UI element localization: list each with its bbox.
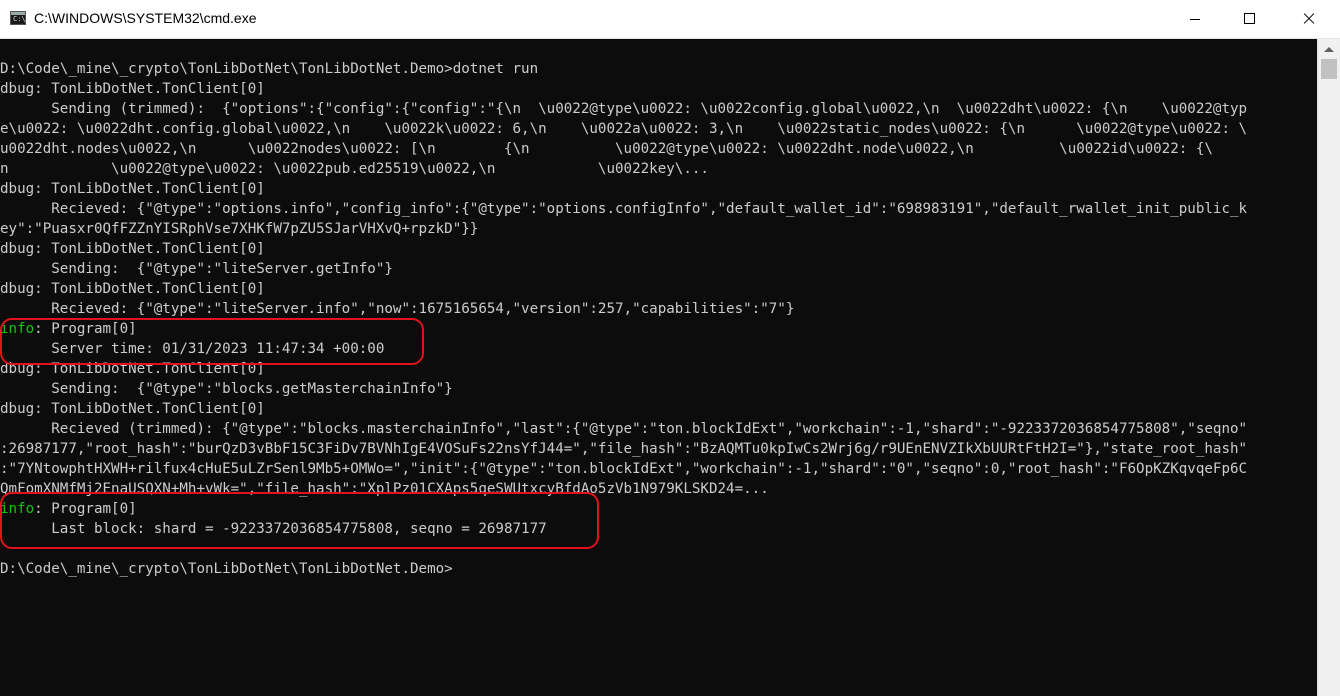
console-line-26: D:\Code\_mine\_crypto\TonLibDotNet\TonLi… bbox=[0, 561, 453, 577]
console-line-12: dbug: TonLibDotNet.TonClient[0] bbox=[0, 281, 265, 297]
console-line-1: D:\Code\_mine\_crypto\TonLibDotNet\TonLi… bbox=[0, 61, 539, 77]
minimize-button[interactable] bbox=[1168, 0, 1222, 38]
console-line-19: Recieved (trimmed): {"@type":"blocks.mas… bbox=[0, 421, 1248, 437]
close-button[interactable] bbox=[1276, 0, 1340, 38]
console-line-2: dbug: TonLibDotNet.TonClient[0] bbox=[0, 81, 265, 97]
scroll-thumb[interactable] bbox=[1321, 59, 1337, 79]
console-line-8: Recieved: {"@type":"options.info","confi… bbox=[0, 201, 1248, 217]
console-output[interactable]: D:\Code\_mine\_crypto\TonLibDotNet\TonLi… bbox=[0, 39, 1317, 696]
window-title: C:\WINDOWS\SYSTEM32\cmd.exe bbox=[34, 10, 257, 26]
console-line-21: :"7YNtowphtHXWH+rilfux4cHuE5uLZrSenl9Mb5… bbox=[0, 461, 1248, 477]
console-line-13: Recieved: {"@type":"liteServer.info","no… bbox=[0, 301, 795, 317]
console-line-17: Sending: {"@type":"blocks.getMasterchain… bbox=[0, 381, 453, 397]
annotation-last-block bbox=[0, 492, 599, 549]
console-line-3: Sending (trimmed): {"options":{"config":… bbox=[0, 101, 1248, 117]
console-line-5: u0022dht.nodes\u0022,\n \u0022nodes\u002… bbox=[0, 141, 1213, 157]
vertical-scrollbar[interactable] bbox=[1317, 39, 1340, 696]
console-line-4: e\u0022: \u0022dht.config.global\u0022,\… bbox=[0, 121, 1248, 137]
maximize-button[interactable] bbox=[1222, 0, 1276, 38]
console-line-6: n \u0022@type\u0022: \u0022pub.ed25519\u… bbox=[0, 161, 709, 177]
title-bar[interactable]: C:\ C:\WINDOWS\SYSTEM32\cmd.exe bbox=[0, 0, 1340, 39]
console-line-9: ey":"Puasxr0QfFZZnYISRphVse7XHKfW7pZU5SJ… bbox=[0, 221, 479, 237]
console-line-18: dbug: TonLibDotNet.TonClient[0] bbox=[0, 401, 265, 417]
scroll-up-arrow-icon[interactable] bbox=[1324, 47, 1334, 52]
cmd-app-icon[interactable]: C:\ bbox=[10, 11, 26, 25]
console-line-20: :26987177,"root_hash":"burQzD3vBbF15C3Fi… bbox=[0, 441, 1248, 457]
annotation-server-time bbox=[0, 318, 424, 365]
console-line-7: dbug: TonLibDotNet.TonClient[0] bbox=[0, 181, 265, 197]
console-line-11: Sending: {"@type":"liteServer.getInfo"} bbox=[0, 261, 393, 277]
console-line-10: dbug: TonLibDotNet.TonClient[0] bbox=[0, 241, 265, 257]
